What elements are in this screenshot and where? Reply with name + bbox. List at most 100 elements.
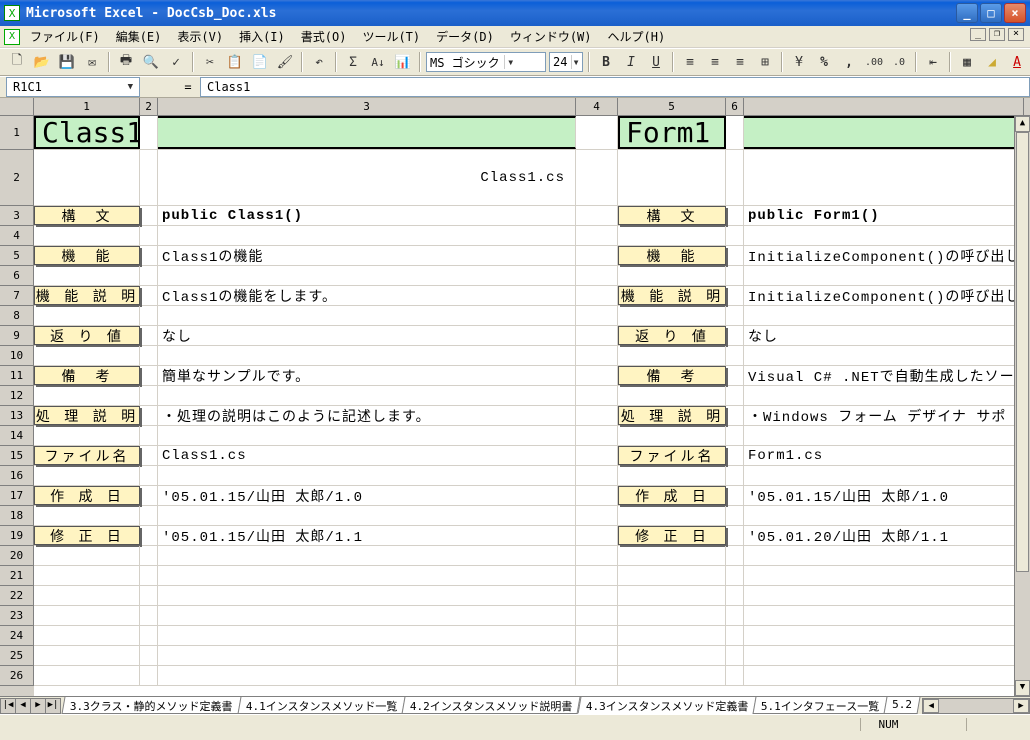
cell[interactable] bbox=[576, 226, 618, 245]
percent-icon[interactable]: % bbox=[813, 51, 835, 73]
cell[interactable] bbox=[158, 466, 576, 485]
field-value[interactable]: ・処理の説明はこのように記述します。 bbox=[158, 406, 576, 425]
field-tag[interactable]: 構 文 bbox=[34, 206, 140, 225]
field-tag[interactable]: 修 正 日 bbox=[618, 526, 726, 545]
chevron-down-icon[interactable]: ▾ bbox=[504, 55, 517, 69]
row-header[interactable]: 4 bbox=[0, 226, 34, 246]
row-header[interactable]: 12 bbox=[0, 386, 34, 406]
cell[interactable] bbox=[140, 286, 158, 305]
cell[interactable] bbox=[34, 506, 140, 525]
cell[interactable] bbox=[726, 546, 744, 565]
cell[interactable] bbox=[576, 466, 618, 485]
row-header[interactable]: 20 bbox=[0, 546, 34, 566]
cell[interactable] bbox=[744, 606, 1024, 625]
cell[interactable] bbox=[726, 150, 744, 205]
cell[interactable] bbox=[34, 586, 140, 605]
menu-help[interactable]: ヘルプ(H) bbox=[600, 25, 674, 48]
field-value[interactable]: InitializeComponent()の呼び出し bbox=[744, 246, 1024, 265]
fill-color-icon[interactable]: ◢ bbox=[981, 51, 1003, 73]
cell[interactable] bbox=[726, 426, 744, 445]
row-header[interactable]: 14 bbox=[0, 426, 34, 446]
cell[interactable] bbox=[576, 266, 618, 285]
sheet-tab[interactable]: 4.2インスタンスメソッド説明書 bbox=[402, 697, 581, 714]
chart-icon[interactable]: 📊 bbox=[392, 51, 414, 73]
cell[interactable] bbox=[726, 326, 744, 345]
cell[interactable] bbox=[744, 346, 1024, 365]
dec-indent-icon[interactable]: ⇤ bbox=[922, 51, 944, 73]
scroll-left-icon[interactable]: ◀ bbox=[923, 699, 939, 713]
field-tag[interactable]: 返 り 値 bbox=[618, 326, 726, 345]
field-tag[interactable]: 機 能 bbox=[618, 246, 726, 265]
row-header[interactable]: 3 bbox=[0, 206, 34, 226]
cell[interactable] bbox=[158, 646, 576, 665]
cell[interactable] bbox=[34, 346, 140, 365]
copy-icon[interactable]: 📋 bbox=[224, 51, 246, 73]
cell[interactable] bbox=[576, 246, 618, 265]
cell[interactable] bbox=[726, 266, 744, 285]
cell[interactable] bbox=[140, 246, 158, 265]
field-value[interactable]: InitializeComponent()の呼び出しを bbox=[744, 286, 1024, 305]
cell[interactable] bbox=[576, 116, 618, 149]
cell[interactable] bbox=[34, 666, 140, 685]
menu-view[interactable]: 表示(V) bbox=[169, 25, 231, 48]
sheet-tab[interactable]: 5.2 bbox=[884, 697, 921, 714]
cell[interactable] bbox=[726, 446, 744, 465]
col-header[interactable]: 5 bbox=[618, 98, 726, 115]
cell[interactable] bbox=[34, 306, 140, 325]
cell[interactable] bbox=[618, 646, 726, 665]
comma-icon[interactable]: , bbox=[838, 51, 860, 73]
field-tag[interactable]: 作 成 日 bbox=[34, 486, 140, 505]
cell[interactable] bbox=[576, 406, 618, 425]
col-header[interactable]: 2 bbox=[140, 98, 158, 115]
menu-tools[interactable]: ツール(T) bbox=[354, 25, 428, 48]
cell[interactable] bbox=[576, 486, 618, 505]
cell[interactable] bbox=[576, 506, 618, 525]
cell[interactable] bbox=[744, 566, 1024, 585]
cell[interactable] bbox=[34, 226, 140, 245]
cell[interactable] bbox=[158, 606, 576, 625]
dec-decimal-icon[interactable]: .0 bbox=[888, 51, 910, 73]
cell[interactable] bbox=[34, 646, 140, 665]
cell[interactable] bbox=[34, 266, 140, 285]
row-header[interactable]: 25 bbox=[0, 646, 34, 666]
field-value[interactable]: '05.01.15/山田 太郎/1.1 bbox=[158, 526, 576, 545]
field-tag[interactable]: 構 文 bbox=[618, 206, 726, 225]
autosum-icon[interactable]: Σ bbox=[342, 51, 364, 73]
cell[interactable] bbox=[576, 426, 618, 445]
field-value[interactable]: '05.01.20/山田 太郎/1.1 bbox=[744, 526, 1024, 545]
italic-button[interactable]: I bbox=[620, 51, 642, 73]
cell[interactable] bbox=[618, 386, 726, 405]
cell[interactable] bbox=[618, 150, 726, 205]
borders-icon[interactable]: ▦ bbox=[956, 51, 978, 73]
field-tag[interactable]: 返 り 値 bbox=[34, 326, 140, 345]
font-name-box[interactable]: MS ゴシック ▾ bbox=[426, 52, 546, 72]
cell[interactable] bbox=[158, 116, 576, 149]
field-value[interactable]: Class1の機能をします。 bbox=[158, 286, 576, 305]
merge-icon[interactable]: ⊞ bbox=[754, 51, 776, 73]
row-header[interactable]: 17 bbox=[0, 486, 34, 506]
cell[interactable] bbox=[618, 306, 726, 325]
spell-icon[interactable]: ✓ bbox=[165, 51, 187, 73]
cell[interactable] bbox=[576, 646, 618, 665]
align-right-icon[interactable]: ≡ bbox=[729, 51, 751, 73]
cell[interactable] bbox=[140, 646, 158, 665]
field-value[interactable]: Visual C# .NETで自動生成したソー bbox=[744, 366, 1024, 385]
doc-close-button[interactable]: × bbox=[1008, 28, 1024, 41]
cell[interactable] bbox=[158, 306, 576, 325]
font-color-icon[interactable]: A bbox=[1006, 51, 1028, 73]
underline-button[interactable]: U bbox=[645, 51, 667, 73]
font-size-box[interactable]: 24 ▾ bbox=[549, 52, 583, 72]
cell[interactable] bbox=[140, 486, 158, 505]
cell[interactable] bbox=[140, 206, 158, 225]
field-value[interactable]: 簡単なサンプルです。 bbox=[158, 366, 576, 385]
cell[interactable] bbox=[576, 626, 618, 645]
menu-edit[interactable]: 編集(E) bbox=[108, 25, 170, 48]
cell[interactable] bbox=[744, 116, 1024, 149]
cell[interactable] bbox=[34, 466, 140, 485]
cell[interactable] bbox=[140, 406, 158, 425]
field-tag[interactable]: 処 理 説 明 bbox=[618, 406, 726, 425]
col-header[interactable]: 6 bbox=[726, 98, 744, 115]
cell[interactable] bbox=[140, 346, 158, 365]
cell[interactable] bbox=[140, 526, 158, 545]
cell[interactable] bbox=[726, 586, 744, 605]
